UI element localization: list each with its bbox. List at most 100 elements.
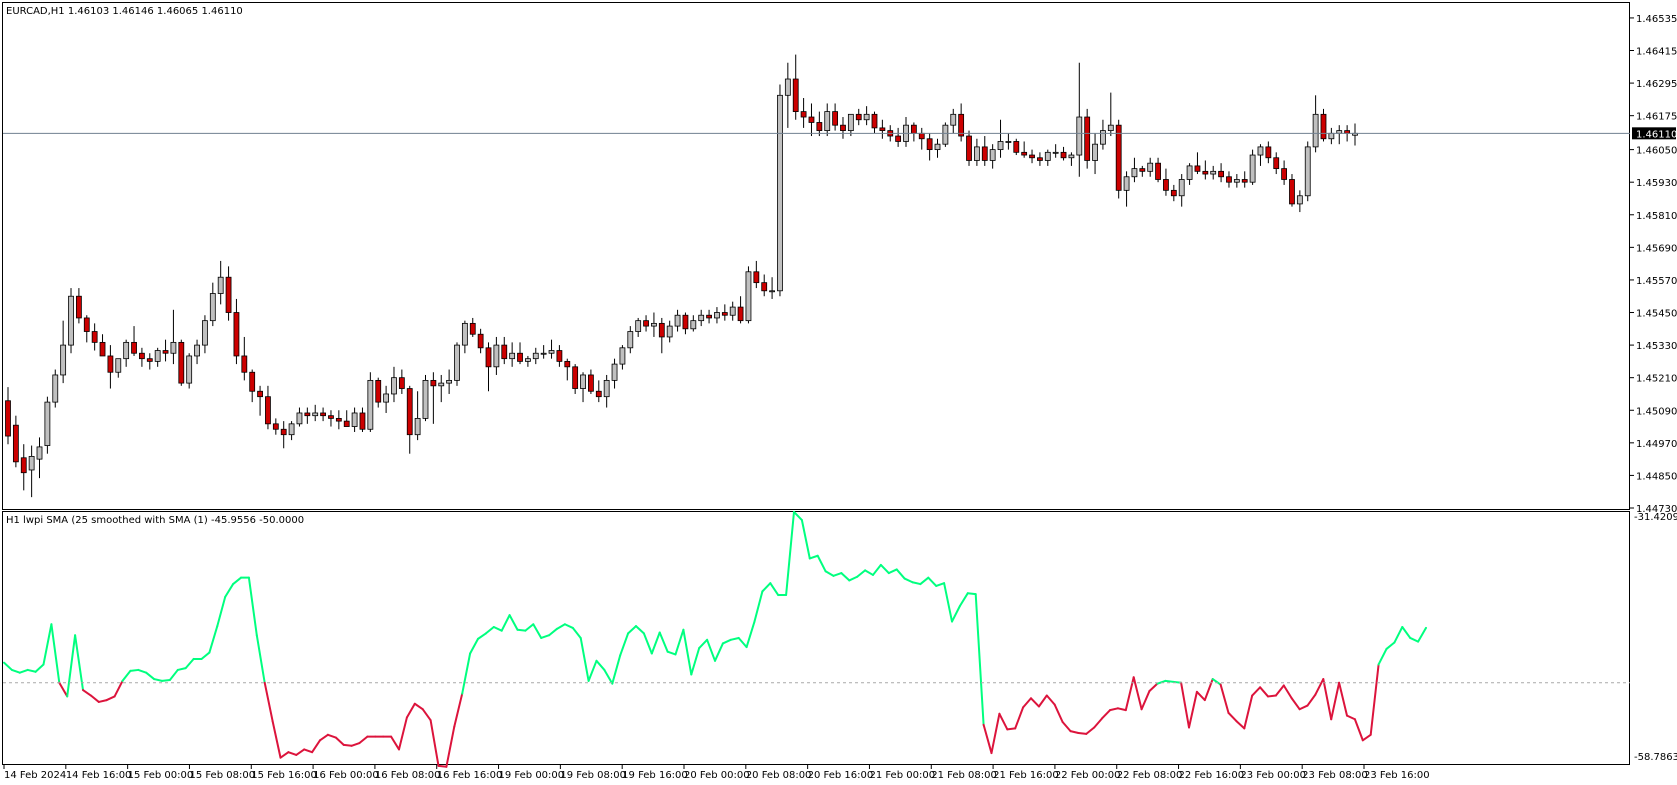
candle-body [154, 350, 161, 362]
candle-body [737, 306, 744, 322]
candle-body [209, 293, 216, 322]
price-tick-label: 1.46050 [1636, 146, 1677, 157]
trading-chart[interactable]: 1.46535 1.46415 1.46295 1.46175 1.46050 1.459… [0, 0, 1677, 785]
candle-body [36, 446, 43, 460]
candle-body [540, 352, 547, 355]
indicator-segment [516, 628, 527, 632]
candle-body [430, 379, 437, 387]
candle-body [879, 127, 886, 132]
price-tick-label: 1.45090 [1636, 406, 1677, 417]
candle-body [178, 341, 185, 384]
time-tick-label: 21 Feb 16:00 [993, 770, 1059, 781]
candle-body [272, 423, 279, 430]
candle-body [422, 379, 429, 419]
indicator-segment [1267, 694, 1277, 698]
candle-body [1249, 154, 1256, 183]
time-tick-label: 22 Feb 08:00 [1117, 770, 1183, 781]
candle-body [784, 78, 791, 96]
candle-body [351, 412, 358, 427]
candle-body [1178, 179, 1185, 197]
candle-body [52, 374, 59, 403]
candle-body [359, 412, 366, 430]
candle-body [312, 412, 319, 417]
candle-body [1289, 179, 1295, 205]
time-tick-label: 16 Feb 16:00 [437, 770, 503, 781]
price-tick-label: 1.45810 [1636, 211, 1677, 222]
candle-body [202, 320, 208, 346]
candle-body [721, 312, 728, 316]
candle-body [383, 393, 390, 403]
candle-body [1273, 157, 1280, 170]
candle-body [1147, 162, 1154, 172]
candle-body [1202, 170, 1209, 175]
time-tick-label: 15 Feb 00:00 [128, 770, 194, 781]
candle-body [1115, 124, 1122, 191]
candle-body [658, 322, 665, 338]
candle-body [509, 352, 516, 360]
price-tick-label: 1.45450 [1636, 309, 1677, 320]
candle-body [950, 113, 957, 126]
candle-body [414, 418, 421, 436]
candle-body [643, 320, 649, 327]
candle-body [249, 371, 256, 392]
candle-body [83, 317, 90, 332]
candle-body [1218, 170, 1224, 178]
candle-body [966, 135, 972, 161]
time-tick-label: 16 Feb 00:00 [313, 770, 379, 781]
candle-body [871, 113, 878, 129]
time-tick-label: 19 Feb 08:00 [560, 770, 626, 781]
candle-body [461, 322, 468, 346]
candle-body [666, 325, 673, 338]
indicator-segment [342, 743, 353, 747]
candle-body [131, 341, 137, 354]
candle-body [241, 355, 248, 373]
candle-body [186, 355, 193, 384]
candle-body [1076, 116, 1083, 156]
time-tick-label: 23 Feb 08:00 [1302, 770, 1368, 781]
candle-body [139, 352, 145, 360]
candle-body [619, 347, 626, 365]
candle-body [146, 358, 153, 362]
time-tick-label: 19 Feb 00:00 [499, 770, 565, 781]
candle-body [477, 333, 484, 349]
indicator-segment [966, 592, 977, 596]
indicator-pane[interactable] [2, 511, 1630, 765]
time-tick-label: 15 Feb 08:00 [189, 770, 255, 781]
candle-body [304, 412, 311, 417]
price-pane[interactable] [2, 2, 1630, 510]
candle-body [280, 428, 287, 436]
candle-body [60, 344, 67, 376]
indicator-segment [161, 678, 171, 682]
current-price-label: 1.46110 [1636, 129, 1677, 140]
candle-body [611, 363, 618, 381]
candle-body [706, 314, 712, 319]
candle-body [194, 344, 200, 357]
candle-body [1163, 179, 1169, 191]
indicator-segment [437, 764, 448, 768]
indicator-segment [1164, 679, 1175, 683]
candle-body [1013, 141, 1020, 153]
candle-body [1194, 165, 1201, 172]
candle-body [99, 341, 106, 357]
candle-body [690, 320, 697, 330]
candle-body [698, 314, 705, 322]
time-tick-label: 23 Feb 16:00 [1364, 770, 1430, 781]
time-tick-label: 20 Feb 16:00 [808, 770, 874, 781]
candle-body [824, 111, 831, 132]
candle-body [792, 78, 799, 113]
time-axis: 14 Feb 2024 14 Feb 16:0015 Feb 00:0015 Fe… [3, 765, 1430, 781]
candle-body [1241, 179, 1248, 183]
candle-body [485, 347, 492, 368]
candle-body [556, 350, 563, 362]
candle-body [1037, 157, 1043, 161]
candle-body [162, 350, 169, 354]
price-tick-label: 1.46415 [1636, 47, 1677, 58]
candle-body [777, 94, 783, 292]
candle-body [580, 374, 586, 389]
candle-body [406, 388, 413, 436]
candle-body [257, 390, 263, 398]
candle-body [1320, 113, 1327, 140]
candle-body [1021, 151, 1028, 156]
current-price-tag: 1.46110 [1632, 127, 1677, 140]
candle-body [627, 331, 634, 349]
